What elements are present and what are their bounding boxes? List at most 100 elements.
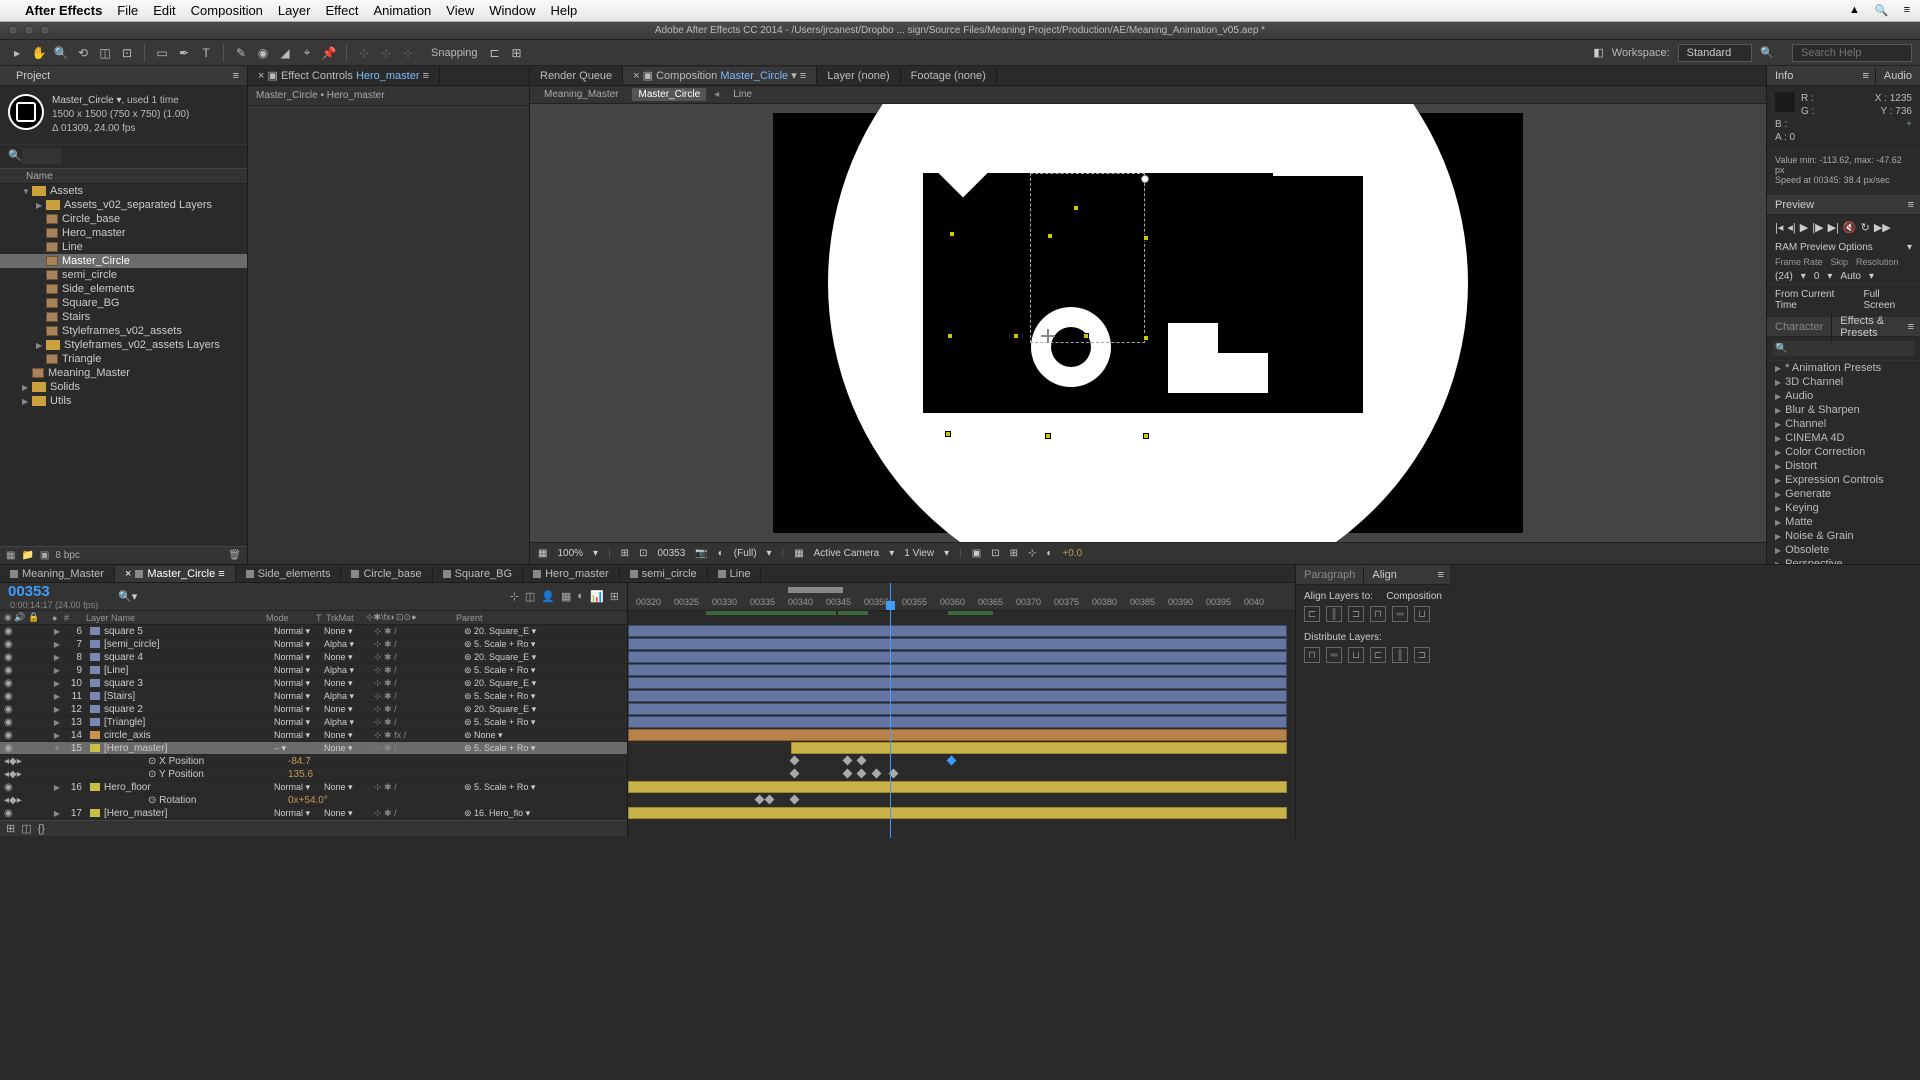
fast-preview-icon[interactable]: ⊡ [991,548,999,559]
layer-row-14[interactable]: ◉▶14circle_axisNormal ▾None ▾⊹ ✱ fx / ⊚ … [0,729,627,742]
loop-icon[interactable]: ↻ [1861,221,1870,234]
pixel-aspect-icon[interactable]: ▣ [972,548,981,559]
flow-line[interactable]: Line [727,88,758,101]
timeline-graph[interactable]: 0032000325003300033500340003450035000355… [628,583,1295,838]
project-item-master-circle[interactable]: Master_Circle [0,254,247,268]
timeline-tab-hero-master[interactable]: Hero_master [523,566,620,582]
layer-row-17[interactable]: ◉▶17[Hero_master]Normal ▾None ▾⊹ ✱ / ⊚ 1… [0,807,627,820]
flowchart-icon[interactable]: ⊹ [1028,548,1036,559]
comp-mini-flowchart-icon[interactable]: ⊹ [510,590,519,603]
resolution-dropdown[interactable]: (Full) [734,548,757,559]
hide-shy-icon[interactable]: 👤 [541,590,555,603]
layer-row-15[interactable]: ◉▼15[Hero_master]– ▾None ▾⊹ ✱ / ⊚ 5. Sca… [0,742,627,755]
exposure-value[interactable]: +0.0 [1062,548,1082,559]
fx-category-noise---grain[interactable]: ▶Noise & Grain [1767,529,1920,543]
layer-row-11[interactable]: ◉▶11[Stairs]Normal ▾Alpha ▾⊹ ✱ / ⊚ 5. Sc… [0,690,627,703]
render-queue-tab[interactable]: Render Queue [530,68,623,84]
res-half-icon[interactable]: ⊞ [621,548,629,559]
menu-window[interactable]: Window [489,3,535,18]
ruler-icon[interactable]: ⊡ [639,548,647,559]
fx-category-3d-channel[interactable]: ▶3D Channel [1767,375,1920,389]
project-item-semi-circle[interactable]: semi_circle [0,268,247,282]
world-axis-icon[interactable]: ⊹ [377,44,395,62]
project-item-assets-v02-separated-layers[interactable]: ▶Assets_v02_separated Layers [0,198,247,212]
timeline-tab-semi-circle[interactable]: semi_circle [620,566,708,582]
layer-property-x-position[interactable]: ◂◆▸⊙ X Position-84.7 [0,755,627,768]
framerate-dd[interactable]: (24) [1775,271,1793,282]
mask-toggle-icon[interactable]: ▦ [538,548,547,559]
character-tab[interactable]: Character [1767,319,1831,335]
align-bottom-icon[interactable]: ⊔ [1414,606,1430,622]
project-item-line[interactable]: Line [0,240,247,254]
clone-tool-icon[interactable]: ◉ [254,44,272,62]
app-name[interactable]: After Effects [25,3,102,18]
rectangle-tool-icon[interactable]: ▭ [153,44,171,62]
fx-category-audio[interactable]: ▶Audio [1767,389,1920,403]
skip-dd[interactable]: 0 [1814,271,1820,282]
camera-tool-icon[interactable]: ◫ [96,44,114,62]
flow-master-circle[interactable]: Master_Circle [632,88,706,101]
project-item-stairs[interactable]: Stairs [0,310,247,324]
layer-row-6[interactable]: ◉▶6square 5Normal ▾None ▾⊹ ✱ / ⊚ 20. Squ… [0,625,627,638]
dist-top-icon[interactable]: ⊓ [1304,647,1320,663]
panel-menu-icon[interactable]: ≡ [233,70,239,82]
zoom-tool-icon[interactable]: 🔍 [52,44,70,62]
next-frame-icon[interactable]: |▶ [1812,221,1823,234]
play-icon[interactable]: ▶ [1800,221,1808,234]
project-search-input[interactable] [22,149,62,164]
menu-effect[interactable]: Effect [325,3,358,18]
show-channel-icon[interactable]: ◐ [718,548,724,559]
layer-row-9[interactable]: ◉▶9[Line]Normal ▾Alpha ▾⊹ ✱ / ⊚ 5. Scale… [0,664,627,677]
motion-blur-icon[interactable]: ◐ [577,590,584,603]
project-item-solids[interactable]: ▶Solids [0,380,247,394]
project-item-styleframes-v02-assets[interactable]: Styleframes_v02_assets [0,324,247,338]
fx-category-color-correction[interactable]: ▶Color Correction [1767,445,1920,459]
align-left-icon[interactable]: ⊏ [1304,606,1320,622]
col-name[interactable]: Name [26,171,53,182]
work-area[interactable] [788,587,843,593]
fx-category-perspective[interactable]: ▶Perspective [1767,557,1920,564]
layer-row-7[interactable]: ◉▶7[semi_circle]Normal ▾Alpha ▾⊹ ✱ / ⊚ 5… [0,638,627,651]
layer-row-13[interactable]: ◉▶13[Triangle]Normal ▾Alpha ▾⊹ ✱ / ⊚ 5. … [0,716,627,729]
layer-tab[interactable]: Layer (none) [817,68,900,84]
menu-edit[interactable]: Edit [153,3,175,18]
info-tab[interactable]: Info [1767,68,1801,84]
timeline-search-icon[interactable]: 🔍▾ [118,590,137,603]
timeline-tab-circle-base[interactable]: Circle_base [341,566,432,582]
timeline-tab-square-bg[interactable]: Square_BG [433,566,523,582]
menu-animation[interactable]: Animation [373,3,431,18]
pen-tool-icon[interactable]: ✒ [175,44,193,62]
fx-category-blur---sharpen[interactable]: ▶Blur & Sharpen [1767,403,1920,417]
effects-search-input[interactable] [1773,341,1914,356]
timeline-tab-side-elements[interactable]: Side_elements [236,566,342,582]
audio-tab[interactable]: Audio [1875,68,1920,84]
workspace-btn-icon[interactable]: ◧ [1593,46,1603,59]
selection-tool-icon[interactable]: ▸ [8,44,26,62]
draft-3d-icon[interactable]: ◫ [525,590,535,603]
dist-vcenter-icon[interactable]: ═ [1326,647,1342,663]
fx-category-distort[interactable]: ▶Distort [1767,459,1920,473]
timeline-tab-master-circle[interactable]: × Master_Circle ≡ [115,566,236,582]
dist-left-icon[interactable]: ⊏ [1370,647,1386,663]
toggle-pane-icon[interactable]: {} [38,823,45,835]
toggle-switches-icon[interactable]: ⊞ [6,822,15,835]
rotation-tool-icon[interactable]: ⟲ [74,44,92,62]
layer-property-rotation[interactable]: ◂◆▸⊙ Rotation0x+54.0° [0,794,627,807]
brush-tool-icon[interactable]: ✎ [232,44,250,62]
project-item-circle-base[interactable]: Circle_base [0,212,247,226]
new-comp-icon[interactable]: ▣ [40,550,49,561]
menu-layer[interactable]: Layer [278,3,311,18]
zoom-dropdown[interactable]: 100% [557,548,583,559]
menu-file[interactable]: File [117,3,138,18]
project-item-hero-master[interactable]: Hero_master [0,226,247,240]
fullscreen[interactable]: Full Screen [1863,289,1912,311]
view-axis-icon[interactable]: ⊹ [399,44,417,62]
effect-controls-tab[interactable]: × ▣ Effect Controls Hero_master ≡ [248,67,440,84]
frame-blend-icon[interactable]: ▦ [561,590,571,603]
snapping-label[interactable]: Snapping [431,47,478,59]
project-item-side-elements[interactable]: Side_elements [0,282,247,296]
project-item-square-bg[interactable]: Square_BG [0,296,247,310]
res-dd[interactable]: Auto [1840,271,1861,282]
project-item-meaning-master[interactable]: Meaning_Master [0,366,247,380]
paragraph-tab[interactable]: Paragraph [1296,567,1363,583]
